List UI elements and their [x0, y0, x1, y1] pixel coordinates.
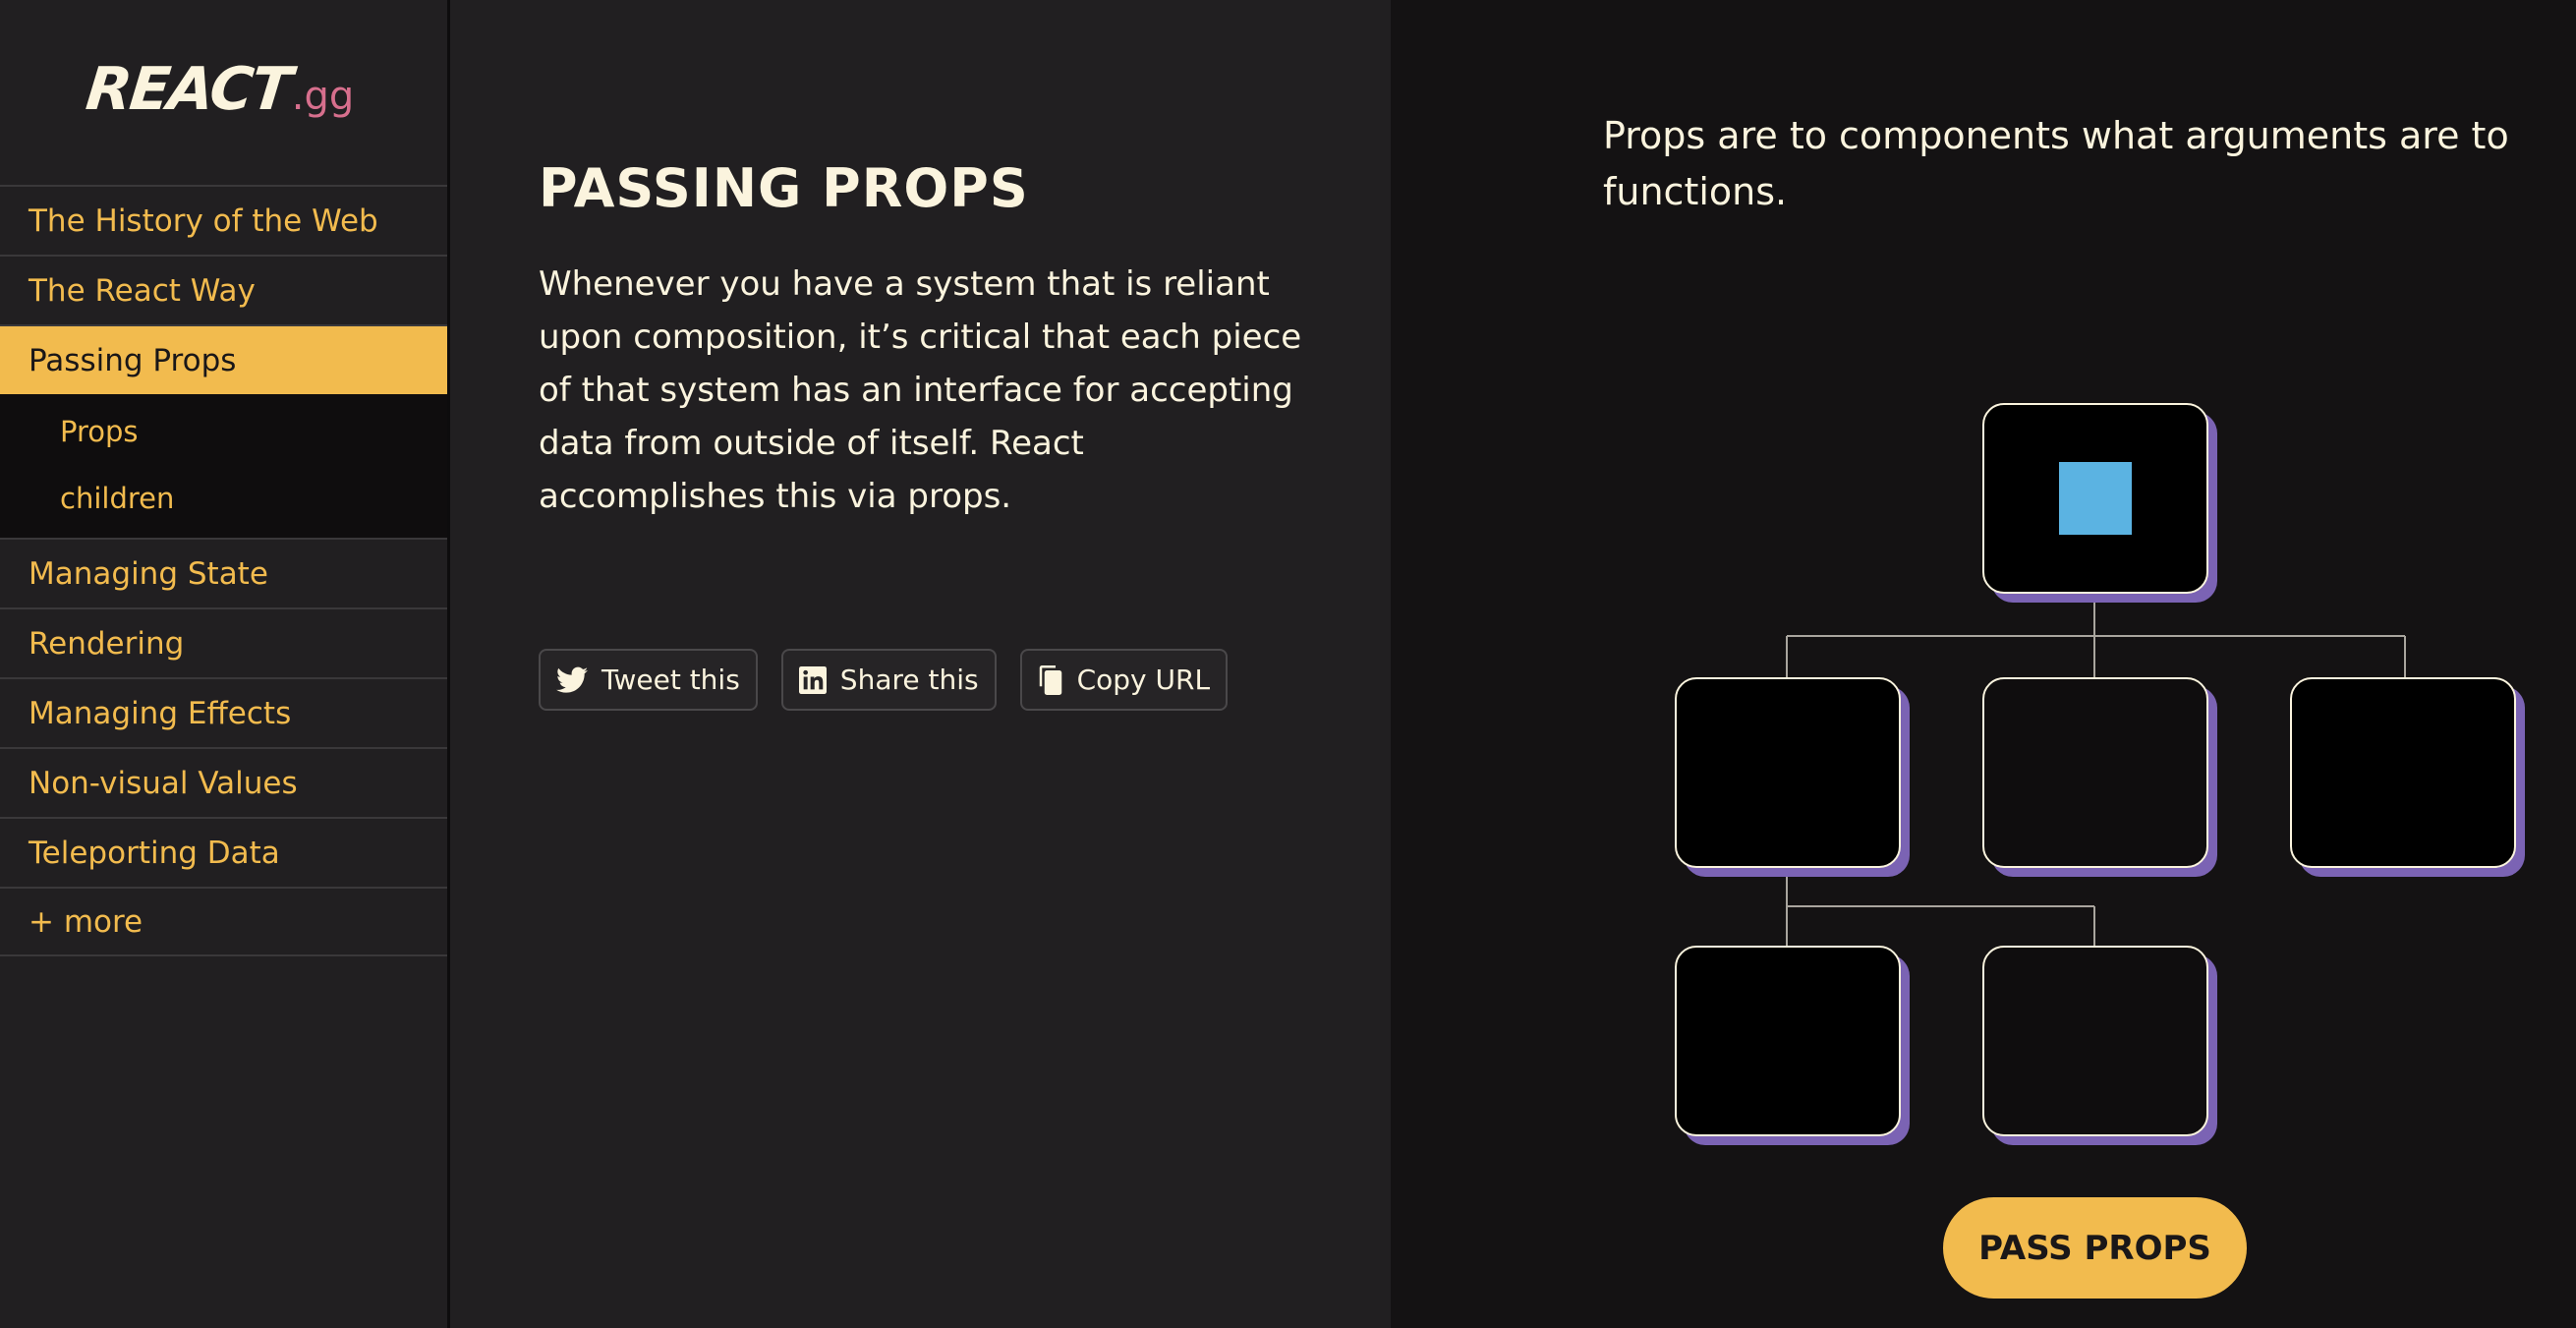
tree-node-child-2 — [1982, 677, 2208, 868]
logo-wordmark: REACT — [83, 55, 294, 124]
tree-node-root — [1982, 403, 2208, 594]
linkedin-label: Share this — [839, 664, 979, 696]
copy-icon — [1039, 664, 1061, 695]
nav-item-passing-props[interactable]: Passing Props — [0, 324, 447, 394]
tweet-button[interactable]: Tweet this — [539, 649, 758, 711]
nav-item-more[interactable]: + more — [0, 887, 447, 956]
nav-item-teleporting-data[interactable]: Teleporting Data — [0, 817, 447, 887]
nav-item-history-of-the-web[interactable]: The History of the Web — [0, 185, 447, 255]
linkedin-icon — [798, 665, 827, 694]
nav-item-managing-state[interactable]: Managing State — [0, 538, 447, 607]
tweet-label: Tweet this — [601, 664, 740, 696]
logo-suffix: .gg — [291, 74, 355, 119]
intro-paragraph: Whenever you have a system that is relia… — [539, 264, 1302, 516]
nav-item-managing-effects[interactable]: Managing Effects — [0, 677, 447, 747]
copy-url-label: Copy URL — [1076, 664, 1211, 696]
pass-props-button[interactable]: PASS PROPS — [1943, 1197, 2247, 1299]
subnav-item-children[interactable]: children — [0, 465, 447, 532]
nav-item-non-visual-values[interactable]: Non-visual Values — [0, 747, 447, 817]
copy-url-button[interactable]: Copy URL — [1019, 649, 1229, 711]
subnav-item-props[interactable]: Props — [0, 398, 447, 465]
tree-node-child-3 — [2290, 677, 2516, 868]
component-tree-diagram — [1391, 0, 2576, 1328]
site-logo[interactable]: REACT .gg — [83, 55, 355, 124]
share-buttons: Tweet this Share this Copy URL — [539, 649, 1229, 711]
prop-square — [2059, 462, 2132, 535]
sidebar: REACT .gg The History of the Web The Rea… — [0, 0, 450, 1328]
tree-node-grandchild-1 — [1675, 946, 1901, 1136]
props-demo-panel: Props are to components what arguments a… — [1391, 0, 2576, 1328]
nav-item-rendering[interactable]: Rendering — [0, 607, 447, 677]
page-title: PASSING PROPS — [539, 157, 1029, 219]
tree-node-child-1 — [1675, 677, 1901, 868]
twitter-icon — [556, 666, 588, 693]
nav-item-the-react-way[interactable]: The React Way — [0, 255, 447, 324]
lesson-content: PASSING PROPS Whenever you have a system… — [453, 0, 1391, 1328]
linkedin-share-button[interactable]: Share this — [780, 649, 997, 711]
tree-connectors — [1786, 595, 2406, 946]
subnav-passing-props: Props children — [0, 394, 447, 538]
tree-node-grandchild-2 — [1982, 946, 2208, 1136]
chapter-nav: The History of the Web The React Way Pas… — [0, 185, 447, 956]
